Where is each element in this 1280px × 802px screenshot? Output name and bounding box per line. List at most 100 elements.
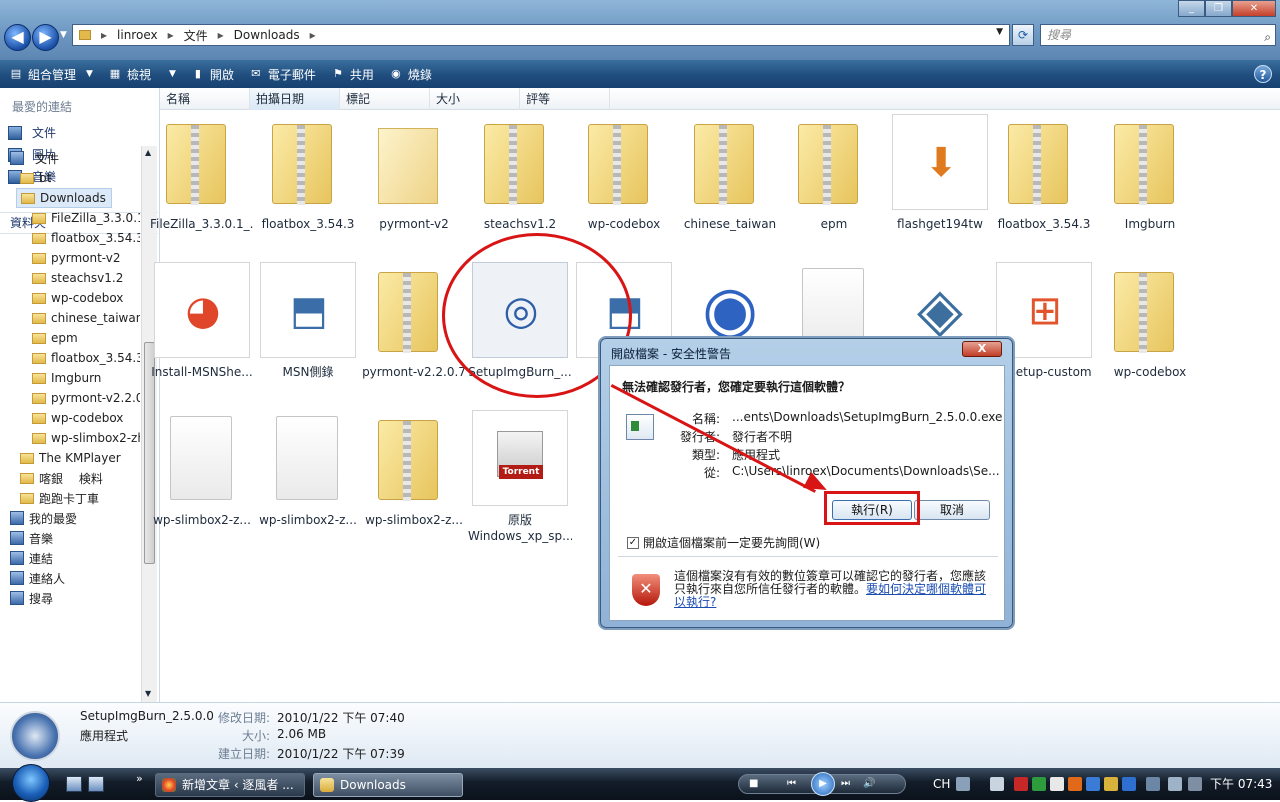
file-item[interactable]: wp-codebox [1098, 262, 1202, 380]
email-button[interactable]: ✉ 電子郵件 [248, 66, 316, 83]
column-tags[interactable]: 標記 [340, 88, 430, 110]
start-button[interactable] [10, 764, 52, 802]
file-item[interactable]: pyrmont-v2 [362, 114, 466, 232]
power-icon[interactable] [1188, 777, 1202, 791]
app-tray-icon[interactable] [1122, 777, 1136, 791]
address-dropdown-icon[interactable]: ▼ [996, 27, 1003, 37]
tree-item-pyrmont-2[interactable]: pyrmont-v2.2.0 [32, 388, 140, 408]
tree-item-links[interactable]: 連結 [10, 548, 53, 568]
open-button[interactable]: ▮ 開啟 [190, 66, 234, 83]
address-bar[interactable]: ▸ linroex ▸ 文件 ▸ Downloads ▸ ▼ [72, 24, 1010, 46]
recent-pages-chevron-icon[interactable]: ▼ [60, 30, 67, 40]
favorite-documents[interactable]: 文件 [8, 124, 56, 141]
file-item[interactable]: epm [782, 114, 886, 232]
column-name[interactable]: 名稱 [160, 88, 250, 110]
folder-icon [32, 272, 46, 284]
next-icon[interactable]: ⏭ [841, 778, 850, 789]
clock[interactable]: 下午 07:43 [1210, 768, 1272, 800]
tree-item-pyrmont[interactable]: pyrmont-v2 [32, 248, 121, 268]
file-item[interactable]: ⬇ flashget194tw [888, 114, 992, 232]
breadcrumb-separator-icon: ▸ [217, 28, 224, 42]
file-item[interactable]: wp-slimbox2-z... [362, 410, 466, 528]
tree-item-contacts[interactable]: 連絡人 [10, 568, 65, 588]
breadcrumb-documents[interactable]: 文件 [184, 27, 208, 44]
tree-item-floatbox-2[interactable]: floatbox_3.54.3 [32, 348, 140, 368]
breadcrumb-downloads[interactable]: Downloads [234, 28, 300, 42]
volume-icon[interactable]: 🔊 [863, 778, 875, 789]
minimize-button[interactable]: _ [1178, 0, 1205, 17]
tree-item-misc[interactable]: 喀銀 検料 [20, 468, 103, 488]
file-item[interactable]: Imgburn [1098, 114, 1202, 232]
cancel-button[interactable]: 取消 [914, 500, 990, 520]
checkbox-checked-icon[interactable]: ✓ [627, 536, 639, 549]
language-indicator[interactable]: CH [933, 768, 950, 800]
quicklaunch-overflow-icon[interactable]: » [136, 772, 143, 785]
file-item[interactable]: floatbox_3.54.3 [256, 114, 360, 232]
tree-item-kmplayer[interactable]: The KMPlayer [20, 448, 121, 468]
tree-item-documents[interactable]: 文件 [10, 148, 59, 168]
tree-item-wp-codebox-2[interactable]: wp-codebox [32, 408, 123, 428]
security-tray-icon[interactable] [1014, 777, 1028, 791]
maximize-button[interactable]: ❐ [1205, 0, 1232, 17]
tree-item-steachsv[interactable]: steachsv1.2 [32, 268, 123, 288]
stop-icon[interactable]: ■ [749, 778, 758, 789]
breadcrumb-linroex[interactable]: linroex [117, 28, 158, 42]
search-input[interactable]: 搜尋 ⌕ [1040, 24, 1276, 46]
file-item[interactable]: wp-slimbox2-z... [150, 410, 254, 528]
app-tray-icon[interactable] [1050, 777, 1064, 791]
tree-item-epm[interactable]: epm [32, 328, 78, 348]
tree-item-bt[interactable]: bt [20, 168, 51, 188]
file-item[interactable]: Torrent 原版 Windows_xp_sp... [468, 410, 572, 544]
help-icon[interactable]: ? [1254, 65, 1272, 83]
file-item[interactable]: floatbox_3.54.3 [992, 114, 1096, 232]
task-label: 新增文章 ‹ 逐風者 ... [182, 778, 294, 792]
column-date-taken[interactable]: 拍攝日期 [250, 88, 340, 110]
tree-item-music[interactable]: 音樂 [10, 528, 53, 548]
tree-item-wp-codebox[interactable]: wp-codebox [32, 288, 123, 308]
app-tray-icon[interactable] [1104, 777, 1118, 791]
always-ask-checkbox[interactable]: ✓ 開啟這個檔案前一定要先詢問(W) [627, 534, 820, 551]
refresh-button[interactable]: ⟳ [1012, 24, 1034, 46]
forward-button[interactable]: ▶ [32, 24, 59, 51]
file-item[interactable]: steachsv1.2 [468, 114, 572, 232]
tree-item-downloads[interactable]: Downloads [16, 188, 112, 208]
keyboard-icon[interactable] [956, 777, 970, 791]
show-desktop-icon[interactable] [66, 776, 82, 792]
switch-windows-icon[interactable] [88, 776, 104, 792]
scroll-down-icon[interactable]: ▼ [145, 689, 151, 698]
column-rating[interactable]: 評等 [520, 88, 610, 110]
play-button[interactable]: ▶ [811, 772, 835, 796]
file-item[interactable]: ⬒ MSN側錄 [256, 262, 360, 380]
app-tray-icon[interactable] [1068, 777, 1082, 791]
close-button[interactable]: ✕ [1232, 0, 1276, 17]
share-button[interactable]: ⚑ 共用 [330, 66, 374, 83]
tree-item-filezilla[interactable]: FileZilla_3.3.0.1_ [32, 208, 140, 228]
file-item[interactable]: ◕ Install-MSNShe... [150, 262, 254, 380]
taskbar-item-browser[interactable]: 新增文章 ‹ 逐風者 ... [155, 773, 305, 797]
app-tray-icon[interactable] [1032, 777, 1046, 791]
burn-button[interactable]: ◉ 燒錄 [388, 66, 432, 83]
tree-item-favorites[interactable]: 我的最愛 [10, 508, 77, 528]
organize-button[interactable]: ▤ 組合管理 ▼ [8, 66, 93, 83]
tree-item-floatbox[interactable]: floatbox_3.54.3 [32, 228, 140, 248]
back-button[interactable]: ◀ [4, 24, 31, 51]
speaker-icon[interactable] [1168, 777, 1182, 791]
tree-item-kartrider[interactable]: 跑跑卡丁車 [20, 488, 99, 508]
search-icon[interactable]: ⌕ [1264, 27, 1271, 47]
network-icon[interactable] [1086, 777, 1100, 791]
app-tray-icon[interactable] [1146, 777, 1160, 791]
help-tray-icon[interactable] [990, 777, 1004, 791]
file-item[interactable]: wp-codebox [572, 114, 676, 232]
views-button[interactable]: ▦ 檢視 ▼ [107, 66, 176, 83]
file-item[interactable]: FileZilla_3.3.0.1_... [150, 114, 254, 232]
tree-item-chinese-taiwan[interactable]: chinese_taiwan [32, 308, 140, 328]
file-item[interactable]: wp-slimbox2-z... [256, 410, 360, 528]
previous-icon[interactable]: ⏮ [787, 778, 796, 789]
file-item[interactable]: chinese_taiwan [678, 114, 782, 232]
taskbar-item-downloads[interactable]: Downloads [313, 773, 463, 797]
dialog-close-button[interactable]: X [962, 341, 1002, 357]
tree-item-wp-slimbox2[interactable]: wp-slimbox2-zh [32, 428, 140, 448]
tree-item-imgburn[interactable]: Imgburn [32, 368, 101, 388]
column-size[interactable]: 大小 [430, 88, 520, 110]
tree-item-searches[interactable]: 搜尋 [10, 588, 53, 608]
